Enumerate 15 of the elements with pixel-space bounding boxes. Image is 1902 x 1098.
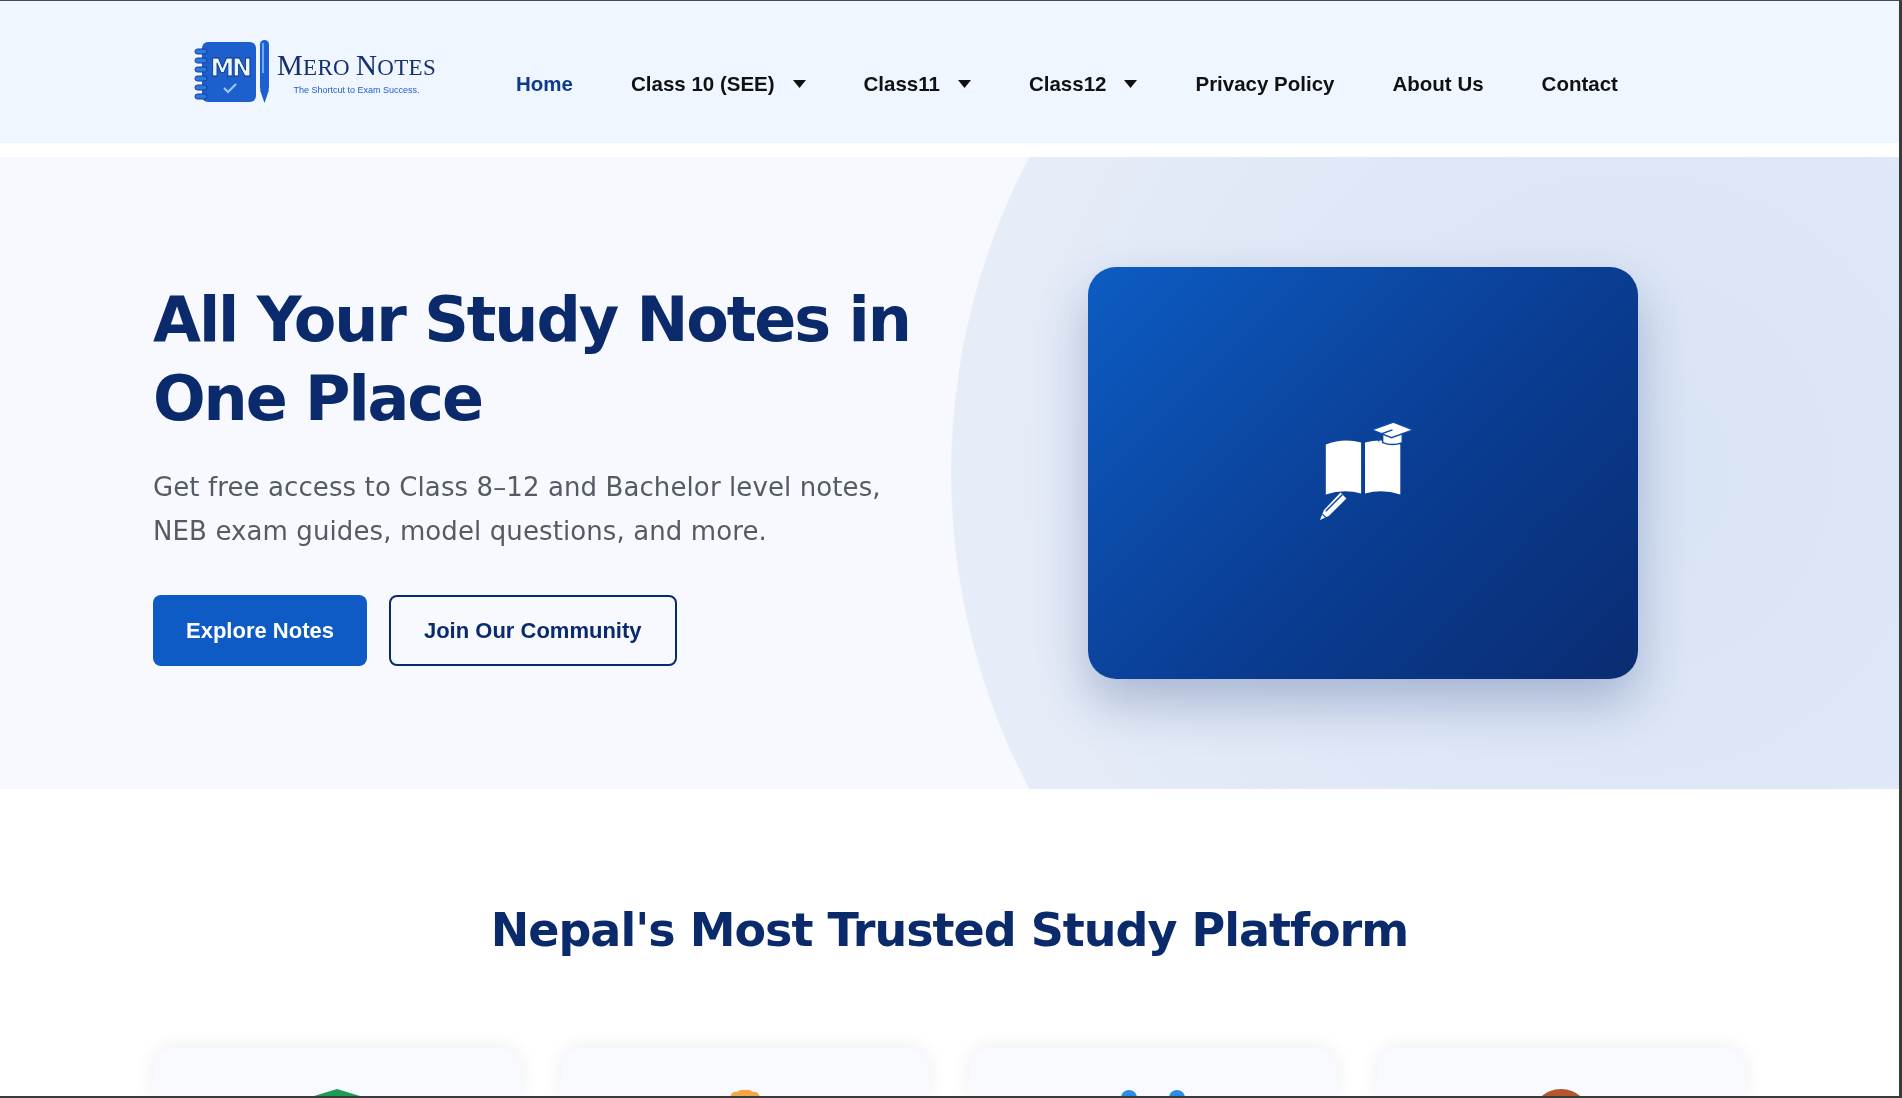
nav-link[interactable]: About Us: [1392, 72, 1484, 96]
nav-link[interactable]: Class 10 (SEE): [631, 72, 806, 96]
community-button[interactable]: Join Our Community: [388, 595, 677, 666]
book-cap-pencil-icon: [1317, 421, 1415, 521]
explore-button[interactable]: Explore Notes: [153, 595, 367, 666]
nav-link[interactable]: Privacy Policy: [1195, 72, 1335, 96]
hero-text: Get free access to Class 8–12 and Bachelor level notes, NEB exam guides, model questions, and more.: [153, 471, 882, 548]
nav-link[interactable]: Class11: [863, 72, 971, 96]
brand-name[interactable]: MERO NOTES: [277, 50, 436, 83]
nav-link[interactable]: Contact: [1541, 72, 1618, 96]
nav-link[interactable]: Home: [516, 72, 573, 96]
hero-heading: All Your Study Notes in One Place: [153, 282, 911, 437]
section-heading: Nepal's Most Trusted Study Platform: [490, 902, 1409, 959]
nav-link[interactable]: Class12: [1028, 72, 1138, 96]
brand-tagline: The Shortcut to Exam Success.: [293, 85, 420, 96]
